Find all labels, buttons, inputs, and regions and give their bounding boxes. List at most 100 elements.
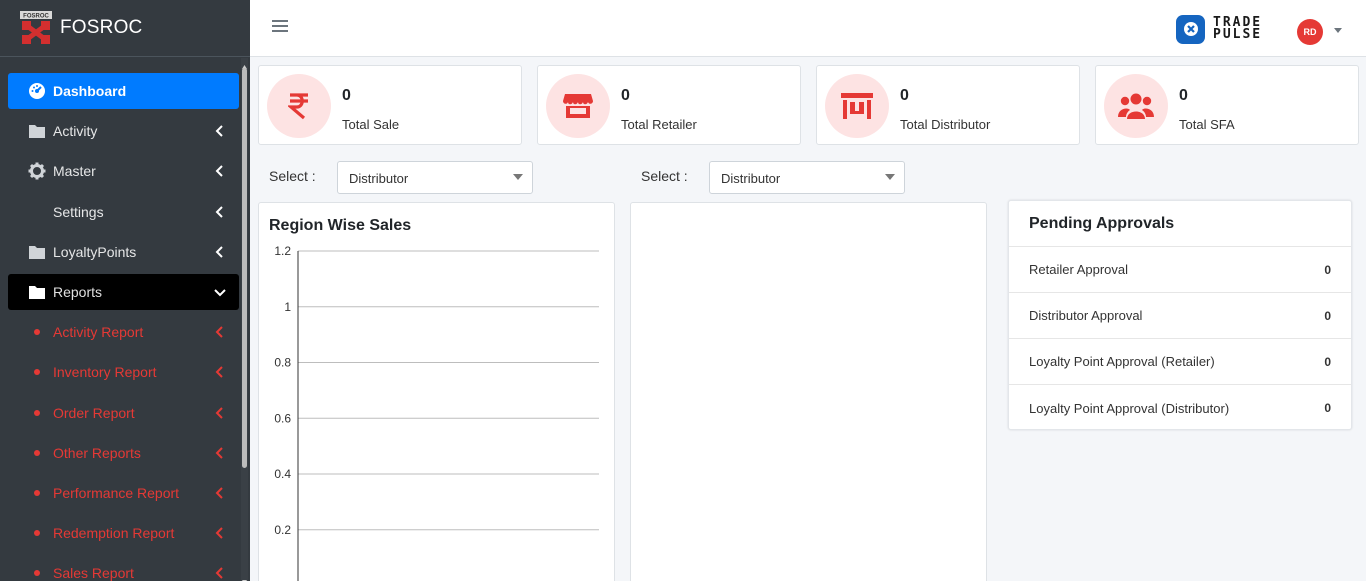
chevron-left-icon xyxy=(213,124,227,138)
sidebar: FOSROC FOSROC Dashboard Activity Master … xyxy=(0,0,250,581)
y-tick-label: 0.2 xyxy=(274,523,291,537)
sidebar-nav: Dashboard Activity Master Settings Loyal… xyxy=(8,73,239,581)
sidebar-item-label: Master xyxy=(53,163,96,180)
folder-icon xyxy=(28,243,46,261)
user-menu-caret-icon[interactable] xyxy=(1334,28,1342,33)
sidebar-subitem-inventory-report[interactable]: Inventory Report xyxy=(8,354,239,390)
sidebar-scrollbar[interactable] xyxy=(241,58,248,581)
sidebar-item-settings[interactable]: Settings xyxy=(8,194,239,230)
dashboard-icon xyxy=(28,82,46,100)
sidebar-subitem-redemption-report[interactable]: Redemption Report xyxy=(8,515,239,551)
sidebar-item-label: Activity xyxy=(53,123,98,140)
sidebar-subitem-activity-report[interactable]: Activity Report xyxy=(8,314,239,350)
stat-value: 0 xyxy=(342,87,351,104)
folder-icon xyxy=(28,122,46,140)
pending-label: Retailer Approval xyxy=(1029,262,1128,277)
chevron-left-icon xyxy=(213,205,227,219)
stat-label: Total Sale xyxy=(342,117,400,132)
fosroc-logo: FOSROC xyxy=(20,11,52,45)
sidebar-item-master[interactable]: Master xyxy=(8,153,239,189)
stat-card-total-sfa: 0 Total SFA xyxy=(1095,65,1359,145)
stat-label: Total Distributor xyxy=(900,117,991,132)
chevron-left-icon xyxy=(213,365,227,379)
pending-row-loyalty-distributor[interactable]: Loyalty Point Approval (Distributor) 0 xyxy=(1009,385,1351,431)
chevron-left-icon xyxy=(213,486,227,500)
stat-value: 0 xyxy=(621,87,630,104)
stat-card-total-sale: 0 Total Sale xyxy=(258,65,522,145)
sidebar-item-label: LoyaltyPoints xyxy=(53,243,137,260)
select-value: Distributor xyxy=(349,171,409,186)
pending-approvals-title: Pending Approvals xyxy=(1009,201,1351,247)
sidebar-subitem-order-report[interactable]: Order Report xyxy=(8,395,239,431)
chevron-left-icon xyxy=(213,406,227,420)
chevron-left-icon xyxy=(213,164,227,178)
y-tick-label: 0.4 xyxy=(274,467,291,481)
brand[interactable]: FOSROC FOSROC xyxy=(0,0,250,57)
stat-card-total-distributor: 0 Total Distributor xyxy=(816,65,1080,145)
shop-icon xyxy=(825,74,889,138)
svg-text:FOSROC: FOSROC xyxy=(23,14,49,20)
sidebar-item-label: Inventory Report xyxy=(53,364,157,381)
sidebar-item-label: Other Reports xyxy=(53,444,141,461)
chevron-down-icon xyxy=(213,285,227,299)
store-icon xyxy=(546,74,610,138)
y-tick-label: 1.2 xyxy=(274,244,291,258)
sidebar-subitem-other-reports[interactable]: Other Reports xyxy=(8,435,239,471)
scroll-down-icon[interactable] xyxy=(241,573,248,581)
bullet-icon xyxy=(34,489,40,496)
sidebar-item-label: Order Report xyxy=(53,404,135,421)
brand-name: FOSROC xyxy=(60,17,143,38)
hamburger-icon[interactable] xyxy=(272,18,288,34)
sidebar-item-label: Sales Report xyxy=(53,565,134,581)
users-icon xyxy=(1104,74,1168,138)
chevron-left-icon xyxy=(213,325,227,339)
pending-label: Distributor Approval xyxy=(1029,308,1143,323)
secondary-chart-card xyxy=(630,202,987,581)
sidebar-subitem-performance-report[interactable]: Performance Report xyxy=(8,475,239,511)
chevron-down-icon xyxy=(513,174,523,180)
stat-card-total-retailer: 0 Total Retailer xyxy=(537,65,801,145)
pending-row-retailer[interactable]: Retailer Approval 0 xyxy=(1009,247,1351,293)
chevron-left-icon xyxy=(213,526,227,540)
bullet-icon xyxy=(34,369,40,376)
stat-value: 0 xyxy=(900,87,909,104)
pending-label: Loyalty Point Approval (Retailer) xyxy=(1029,354,1215,369)
scroll-up-icon[interactable] xyxy=(241,58,248,69)
chevron-left-icon xyxy=(213,566,227,580)
trade-pulse-logo: TRADE PULSE xyxy=(1176,14,1278,44)
distributor-select-1[interactable]: Distributor xyxy=(337,161,533,194)
sidebar-item-label: Redemption Report xyxy=(53,525,175,542)
distributor-select-2[interactable]: Distributor xyxy=(709,161,905,194)
region-sales-card: Region Wise Sales 1.210.80.60.40.20 xyxy=(258,202,615,581)
sidebar-item-label: Dashboard xyxy=(53,83,127,99)
y-tick-label: 1 xyxy=(284,300,291,314)
bullet-icon xyxy=(34,570,40,577)
pending-label: Loyalty Point Approval (Distributor) xyxy=(1029,400,1230,416)
pending-row-loyalty-retailer[interactable]: Loyalty Point Approval (Retailer) 0 xyxy=(1009,339,1351,385)
avatar[interactable]: RD xyxy=(1297,19,1323,45)
sidebar-item-label: Performance Report xyxy=(53,484,180,501)
sidebar-item-activity[interactable]: Activity xyxy=(8,113,239,149)
bullet-icon xyxy=(34,329,40,336)
scrollbar-thumb[interactable] xyxy=(242,68,247,468)
sidebar-item-label: Reports xyxy=(53,283,103,300)
filter-label-2: Select : xyxy=(641,168,688,184)
sidebar-item-loyaltypoints[interactable]: LoyaltyPoints xyxy=(8,234,239,270)
pending-count: 0 xyxy=(1324,354,1331,369)
pending-row-distributor[interactable]: Distributor Approval 0 xyxy=(1009,293,1351,339)
bullet-icon xyxy=(34,449,40,456)
stat-label: Total SFA xyxy=(1179,117,1235,132)
gear-icon xyxy=(28,162,46,180)
sidebar-item-label: Settings xyxy=(53,203,104,220)
sidebar-item-dashboard[interactable]: Dashboard xyxy=(8,73,239,109)
bullet-icon xyxy=(34,530,40,537)
y-tick-label: 0.6 xyxy=(274,411,291,425)
stat-value: 0 xyxy=(1179,87,1188,104)
pending-count: 0 xyxy=(1324,308,1331,323)
chevron-down-icon xyxy=(885,174,895,180)
y-tick-label: 0.8 xyxy=(274,356,291,370)
sidebar-item-reports[interactable]: Reports xyxy=(8,273,239,310)
sidebar-subitem-sales-report[interactable]: Sales Report xyxy=(8,555,239,581)
rupee-icon xyxy=(267,74,331,138)
folder-icon xyxy=(28,283,46,301)
